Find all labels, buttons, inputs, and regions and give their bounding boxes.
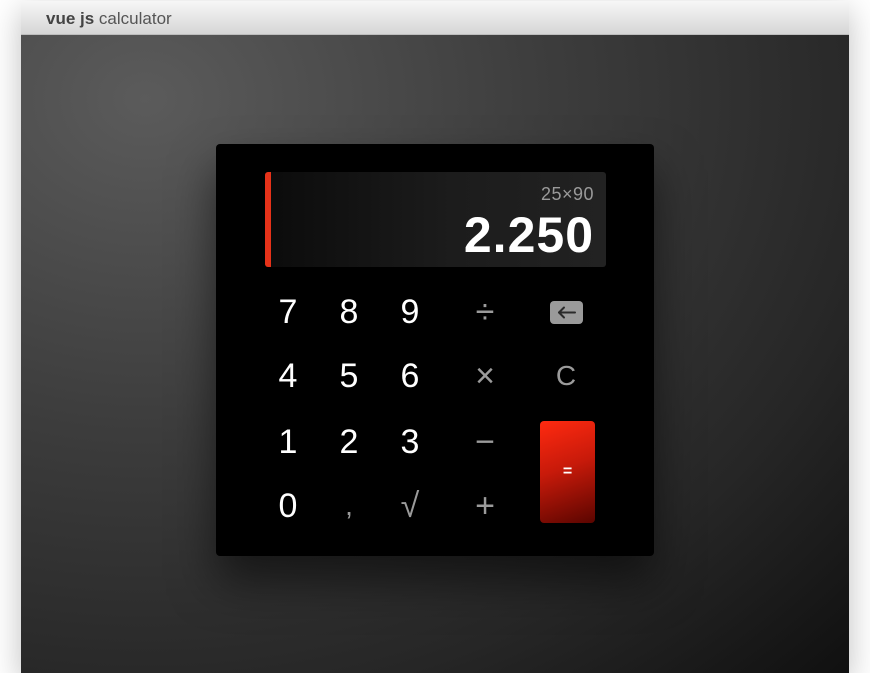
key-5[interactable]: 5 <box>321 348 377 404</box>
backspace-button[interactable] <box>550 301 583 324</box>
key-minus[interactable]: − <box>457 414 513 470</box>
key-7[interactable]: 7 <box>260 284 316 340</box>
key-sqrt[interactable]: √ <box>382 478 438 534</box>
display-panel: 25×90 2.250 <box>265 172 606 267</box>
equals-button[interactable]: = <box>540 421 595 523</box>
title-rest: calculator <box>94 9 172 28</box>
background-stage: 25×90 2.250 7 8 9 ÷ 4 5 6 × C 1 2 3 − 0 … <box>21 35 849 673</box>
key-3[interactable]: 3 <box>382 414 438 470</box>
title-bar: vue js calculator <box>21 1 849 35</box>
key-8[interactable]: 8 <box>321 284 377 340</box>
app-window: vue js calculator 25×90 2.250 7 8 9 ÷ 4 … <box>21 1 849 673</box>
window-title: vue js calculator <box>46 9 172 29</box>
expression-text: 25×90 <box>540 184 594 204</box>
key-2[interactable]: 2 <box>321 414 377 470</box>
key-comma[interactable]: , <box>321 478 377 534</box>
display-accent-bar <box>265 172 271 267</box>
result-text: 2.250 <box>463 207 594 263</box>
key-plus[interactable]: + <box>457 478 513 534</box>
key-multiply[interactable]: × <box>457 348 513 404</box>
key-9[interactable]: 9 <box>382 284 438 340</box>
key-6[interactable]: 6 <box>382 348 438 404</box>
calculator: 25×90 2.250 7 8 9 ÷ 4 5 6 × C 1 2 3 − 0 … <box>216 144 654 556</box>
title-bold: vue js <box>46 9 95 28</box>
key-1[interactable]: 1 <box>260 414 316 470</box>
key-clear[interactable]: C <box>538 348 594 404</box>
key-0[interactable]: 0 <box>260 478 316 534</box>
key-4[interactable]: 4 <box>260 348 316 404</box>
key-divide[interactable]: ÷ <box>457 284 513 340</box>
backspace-arrow-icon <box>558 306 576 319</box>
